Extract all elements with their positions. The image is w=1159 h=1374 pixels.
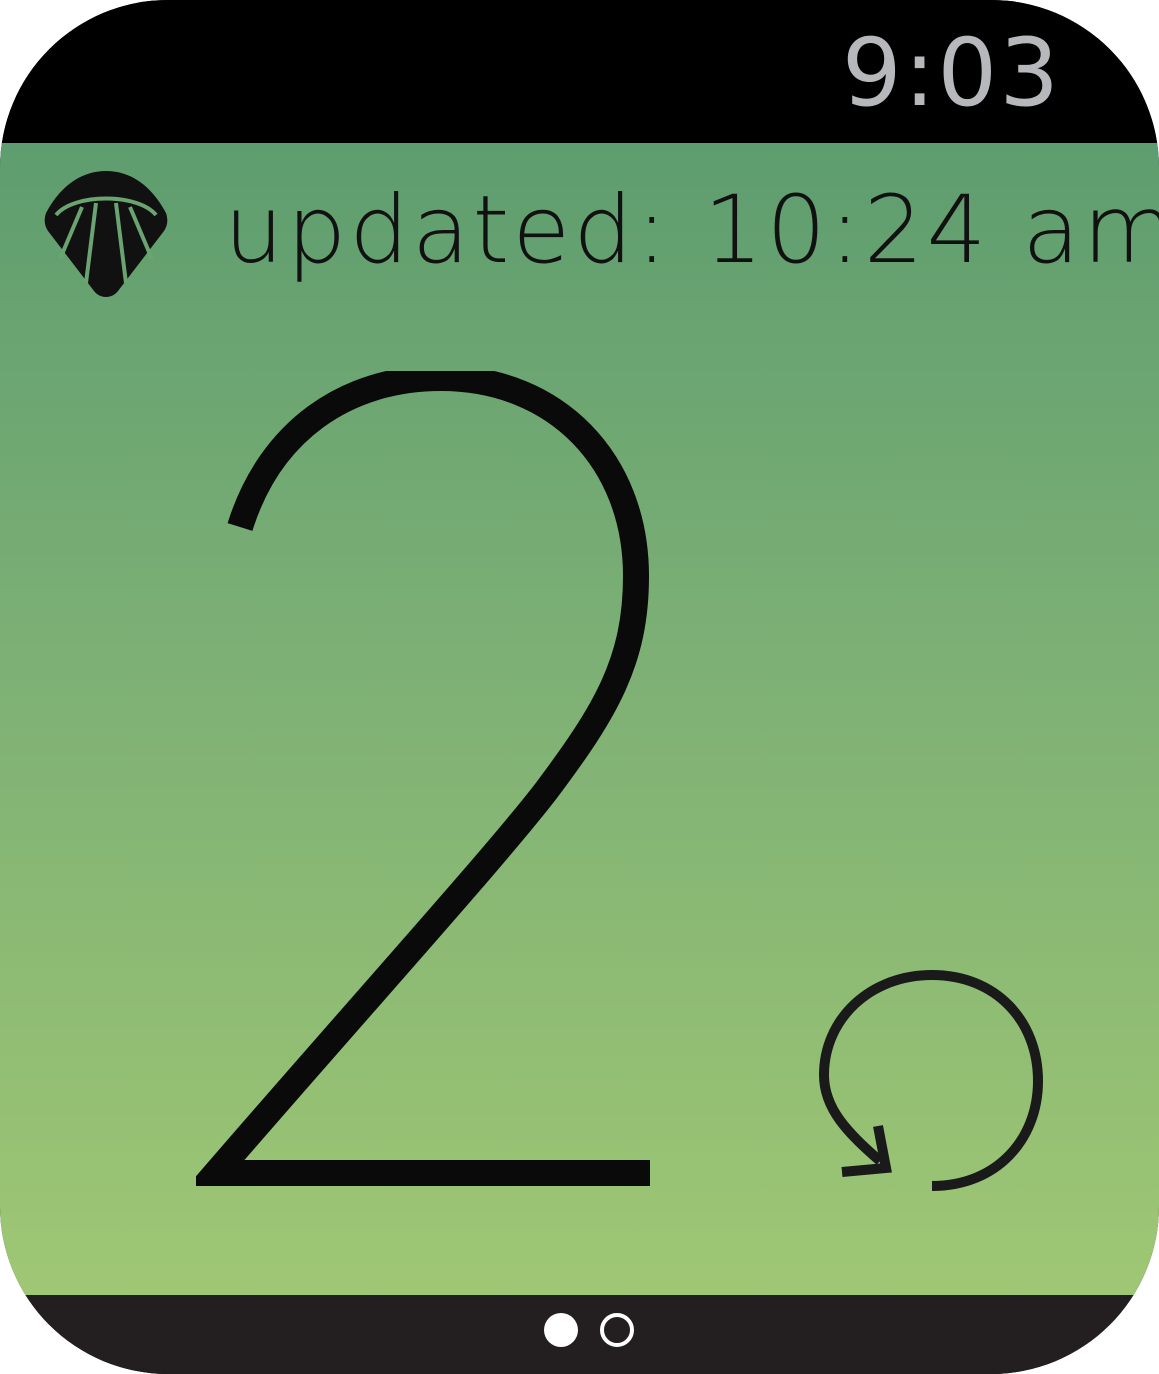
status-bar: 9:03 xyxy=(0,0,1159,143)
status-clock: 9:03 xyxy=(841,19,1061,128)
main-content: updated: 10:24 am 2 xyxy=(0,143,1159,1295)
big-count: 2 xyxy=(187,364,666,1197)
watch-screen: 9:03 updated: 10:24 am 2 xyxy=(0,0,1159,1374)
shell-logo-icon xyxy=(44,171,168,297)
page-indicator-bar xyxy=(0,1295,1159,1374)
big-count-glyph xyxy=(187,364,650,1186)
page-dots xyxy=(0,1313,1159,1347)
updated-timestamp: updated: 10:24 am xyxy=(224,176,1159,285)
page-dot-2[interactable] xyxy=(599,1313,634,1347)
page-dot-1[interactable] xyxy=(543,1313,578,1347)
refresh-icon[interactable] xyxy=(812,963,1052,1203)
